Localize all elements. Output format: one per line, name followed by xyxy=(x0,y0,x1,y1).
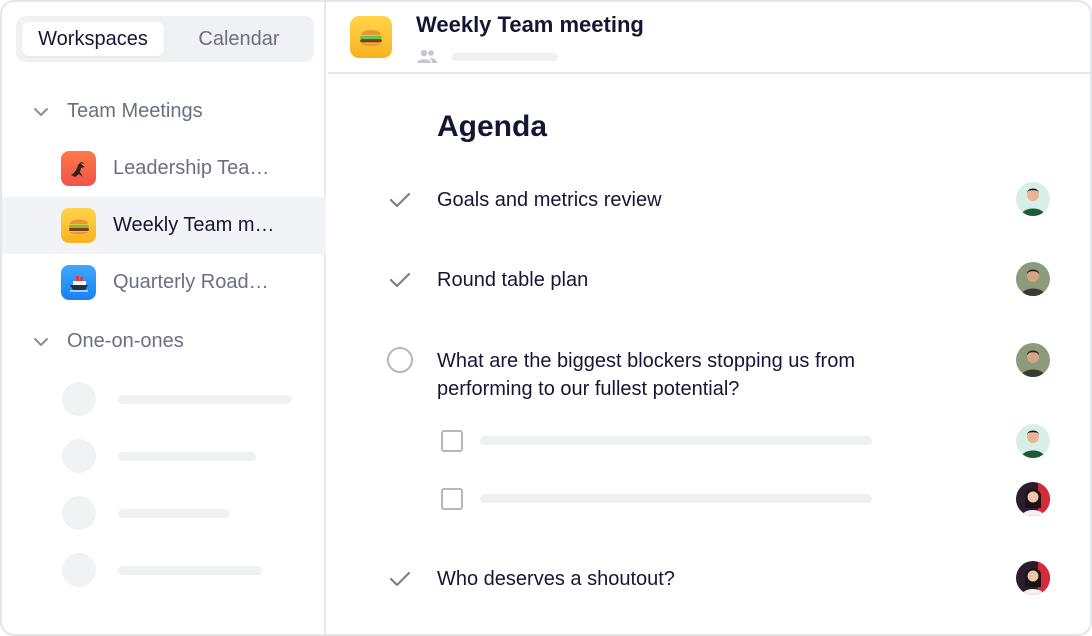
placeholder-avatar xyxy=(62,496,96,530)
page-title[interactable]: Weekly Team meeting xyxy=(416,12,644,38)
placeholder-row xyxy=(2,496,326,536)
check-icon[interactable] xyxy=(386,186,414,214)
people-icon xyxy=(417,49,437,63)
group-label: One-on-ones xyxy=(67,329,184,352)
group-team-meetings[interactable]: Team Meetings xyxy=(2,87,326,135)
agenda-item-text[interactable]: Round table plan xyxy=(437,266,907,294)
avatar[interactable] xyxy=(1016,262,1050,296)
sidebar-item-weekly-team[interactable]: Weekly Team m… xyxy=(2,197,326,254)
avatar[interactable] xyxy=(1016,482,1050,516)
agenda-item-text[interactable]: Goals and metrics review xyxy=(437,186,907,214)
tab-workspaces[interactable]: Workspaces xyxy=(22,22,164,56)
sidebar-item-quarterly-road[interactable]: Quarterly Road… xyxy=(2,254,326,311)
placeholder-avatar xyxy=(62,439,96,473)
check-icon[interactable] xyxy=(386,266,414,294)
app-window: Workspaces Calendar Team Meetings Leader… xyxy=(0,0,1092,636)
meeting-panel: Weekly Team meeting Agenda Goals and met… xyxy=(328,2,1090,634)
avatar[interactable] xyxy=(1016,424,1050,458)
group-label: Team Meetings xyxy=(67,99,203,122)
checkbox[interactable] xyxy=(441,488,463,510)
meeting-header: Weekly Team meeting xyxy=(328,2,1090,74)
sidebar-item-leadership[interactable]: Leadership Tea… xyxy=(2,140,326,197)
group-one-on-ones[interactable]: One-on-ones xyxy=(2,317,326,365)
placeholder-line xyxy=(118,566,262,575)
burger-icon xyxy=(350,16,392,58)
sidebar-item-label: Leadership Tea… xyxy=(113,157,270,179)
placeholder-line xyxy=(118,452,256,461)
burger-icon xyxy=(61,208,96,243)
placeholder-avatar xyxy=(62,553,96,587)
placeholder-row xyxy=(2,439,326,479)
avatar[interactable] xyxy=(1016,182,1050,216)
circle-icon[interactable] xyxy=(386,347,414,375)
sidebar-item-label: Weekly Team m… xyxy=(113,214,275,236)
placeholder-line xyxy=(480,436,872,445)
tab-calendar[interactable]: Calendar xyxy=(168,22,310,56)
placeholder-line xyxy=(118,509,230,518)
placeholder-line xyxy=(480,494,872,503)
eagle-icon xyxy=(61,151,96,186)
agenda-title: Agenda xyxy=(437,110,548,143)
agenda-item-text[interactable]: What are the biggest blockers stopping u… xyxy=(437,347,907,403)
placeholder-row xyxy=(2,553,326,593)
avatar[interactable] xyxy=(1016,561,1050,595)
view-switcher: Workspaces Calendar xyxy=(16,16,314,62)
sidebar-item-label: Quarterly Road… xyxy=(113,271,269,293)
attendees-placeholder xyxy=(452,53,558,61)
chevron-down-icon xyxy=(34,108,48,116)
avatar[interactable] xyxy=(1016,343,1050,377)
placeholder-line xyxy=(118,395,292,404)
ship-icon xyxy=(61,265,96,300)
agenda-item-text[interactable]: Who deserves a shoutout? xyxy=(437,565,907,593)
chevron-down-icon xyxy=(34,338,48,346)
placeholder-row xyxy=(2,382,326,422)
sidebar: Workspaces Calendar Team Meetings Leader… xyxy=(2,2,326,634)
placeholder-avatar xyxy=(62,382,96,416)
check-icon[interactable] xyxy=(386,565,414,593)
checkbox[interactable] xyxy=(441,430,463,452)
